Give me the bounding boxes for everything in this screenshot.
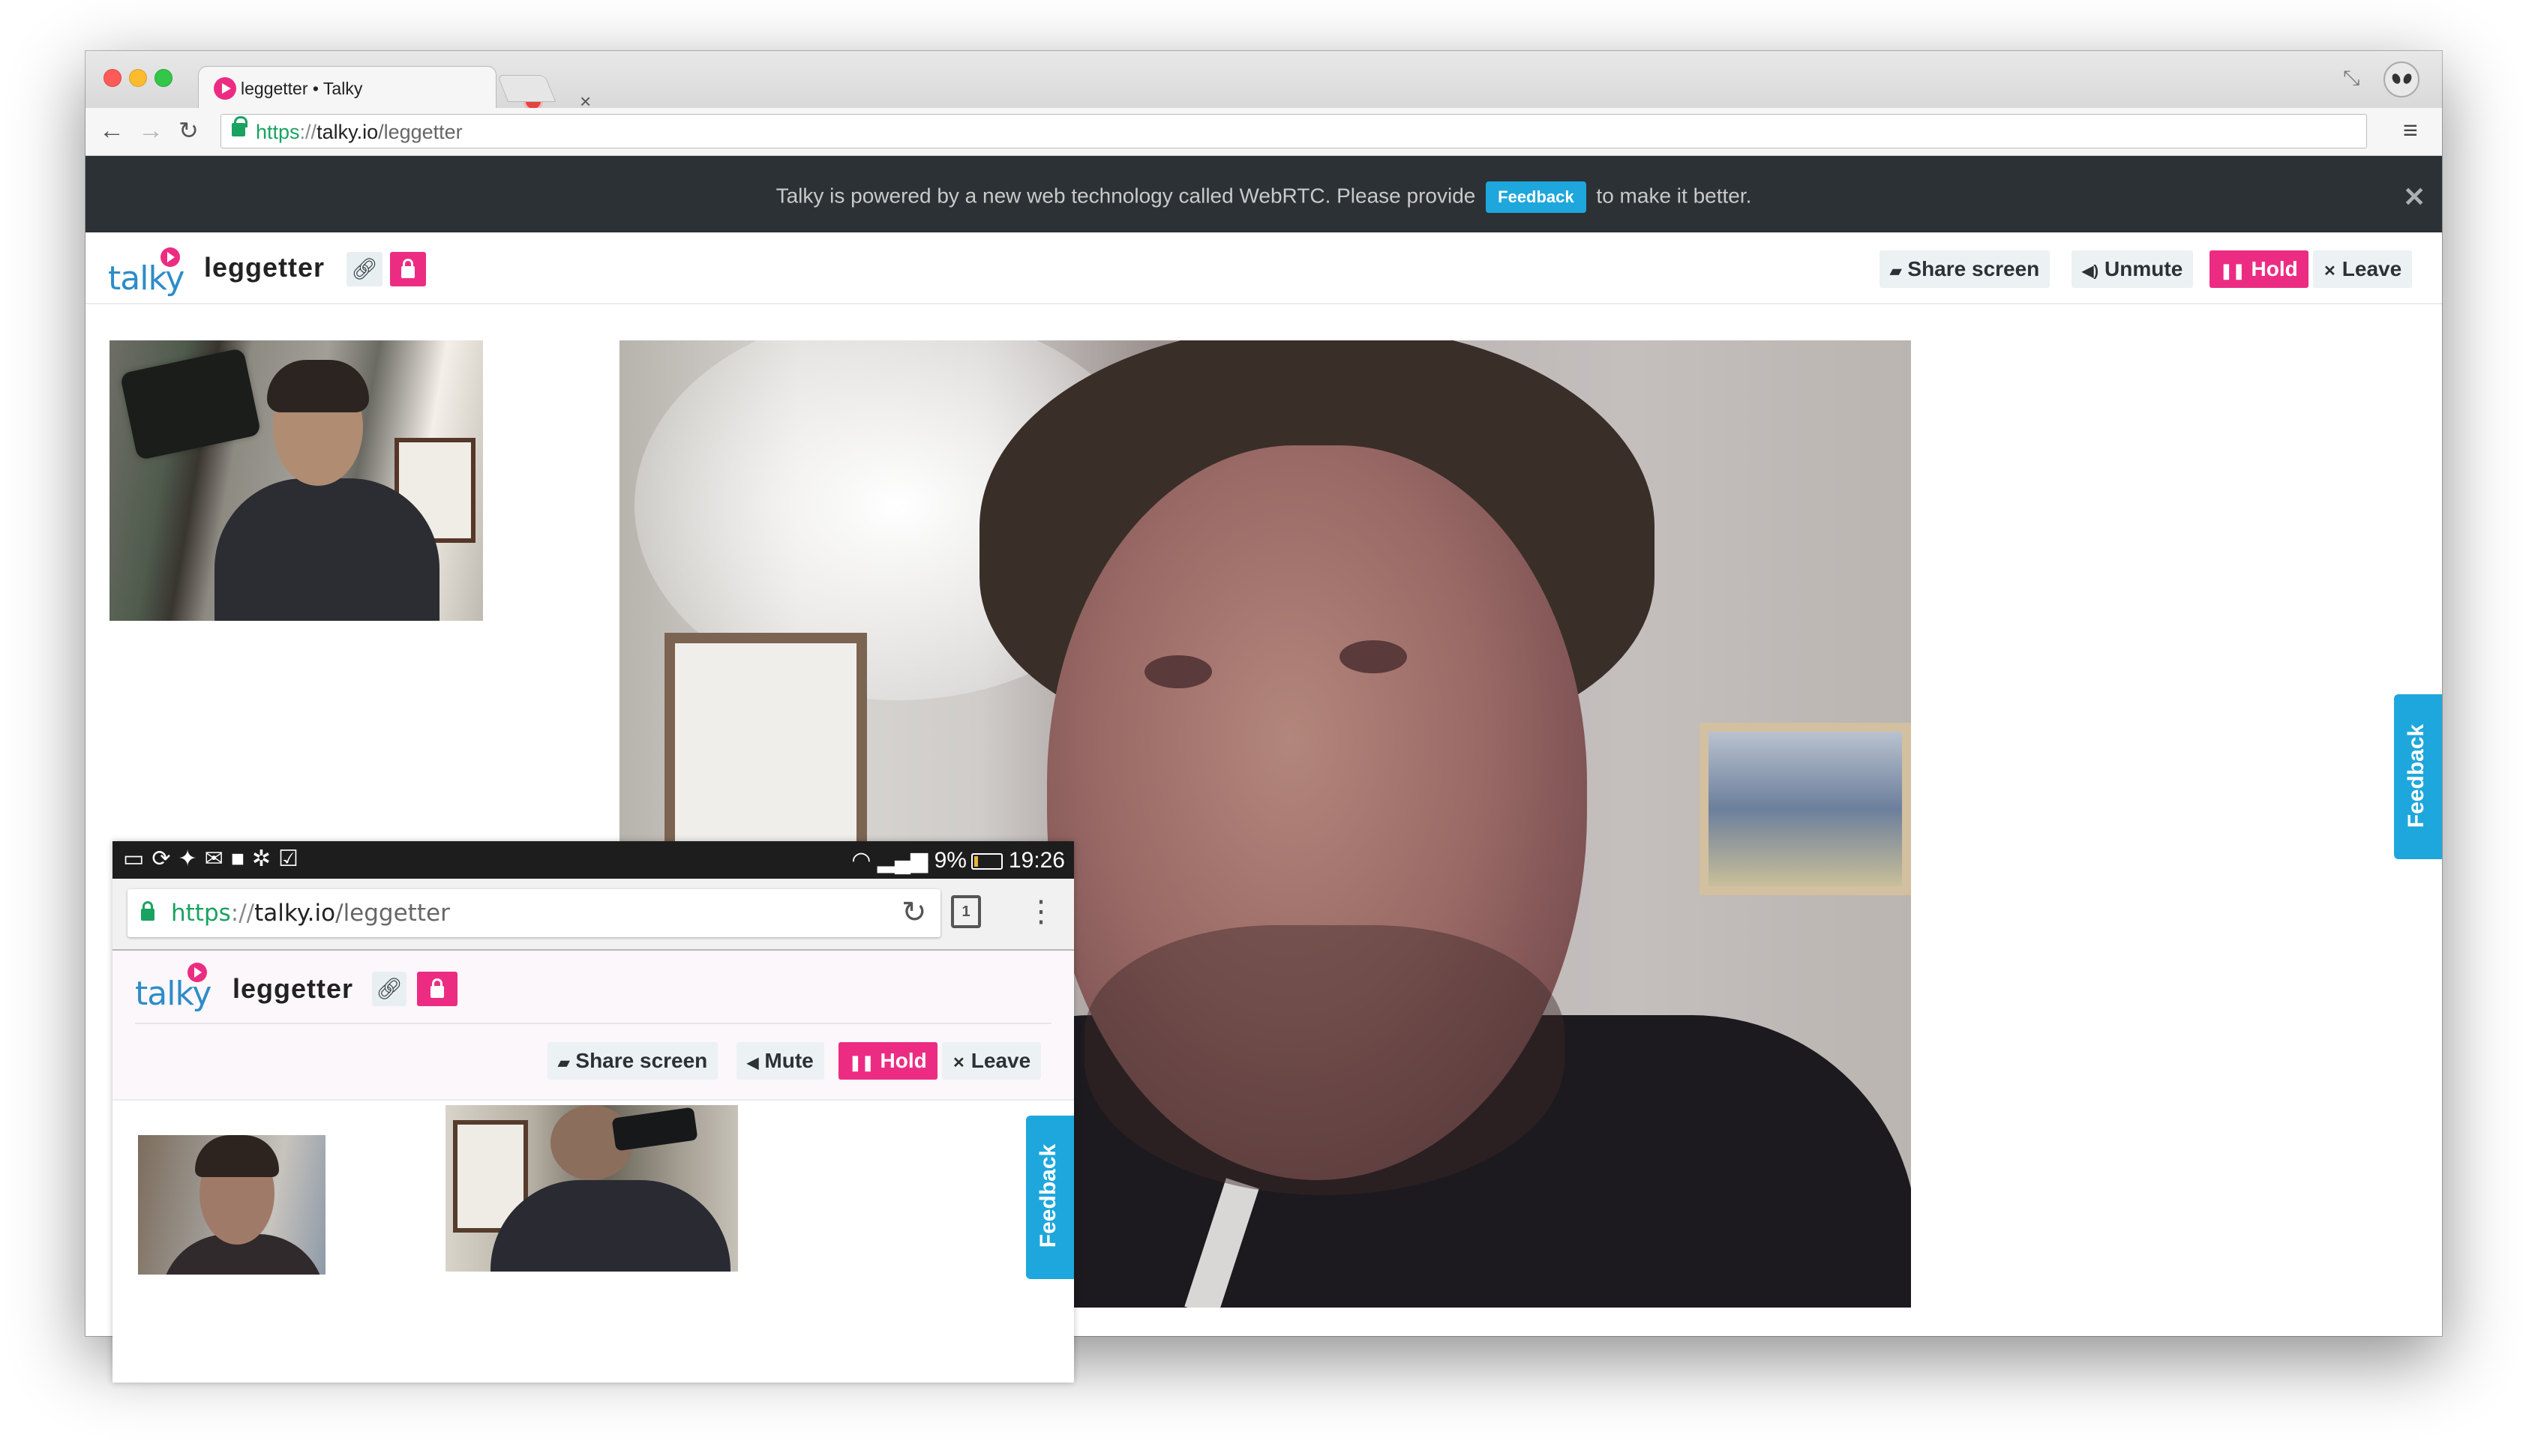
screen-icon: ▰ bbox=[558, 1055, 570, 1071]
window-close-button[interactable] bbox=[104, 69, 122, 87]
browser-toolbar: ← → ↻ https://talky.io/leggetter ☆ ≡ bbox=[86, 108, 2442, 156]
close-icon[interactable]: ✕ bbox=[2403, 181, 2426, 213]
tab-strip: leggetter • Talky × ⤡ bbox=[86, 51, 2442, 112]
share-screen-button[interactable]: ▰ Share screen bbox=[1880, 250, 2050, 288]
link-icon[interactable]: 🔗︎ bbox=[372, 972, 406, 1006]
secure-lock-icon bbox=[232, 116, 248, 136]
webrtc-banner: Talky is powered by a new web technology… bbox=[86, 156, 2442, 232]
window-minimize-button[interactable] bbox=[129, 69, 147, 87]
address-bar[interactable]: https://talky.io/leggetter ☆ bbox=[220, 114, 2367, 148]
pause-icon: ❚❚ bbox=[849, 1055, 874, 1071]
room-lock-button[interactable] bbox=[390, 252, 426, 286]
leave-button[interactable]: ✕ Leave bbox=[2313, 250, 2413, 288]
room-lock-button[interactable] bbox=[417, 972, 458, 1006]
banner-message: Talky is powered by a new web technology… bbox=[86, 181, 2442, 213]
mobile-feedback-tab[interactable]: Feedback bbox=[1026, 1116, 1074, 1279]
overflow-menu-icon[interactable]: ⋮ bbox=[1026, 889, 1056, 934]
battery-percent: 9% bbox=[934, 848, 967, 873]
mobile-app-header: talky leggetter 🔗︎ ▰ Share screen ◀ Mute ❚… bbox=[112, 951, 1074, 1101]
lock-icon bbox=[401, 259, 415, 278]
back-icon[interactable]: ← bbox=[99, 114, 124, 147]
logo-play-icon bbox=[188, 963, 207, 982]
talky-logo[interactable]: talky bbox=[135, 963, 218, 1013]
pause-icon: ❚❚ bbox=[2220, 263, 2246, 280]
signal-icon: ▂▄▆ bbox=[877, 848, 928, 873]
close-x-icon: ✕ bbox=[2324, 263, 2336, 280]
speaker-icon: ◀ bbox=[747, 1055, 759, 1071]
window-maximize-button[interactable] bbox=[154, 69, 172, 87]
mobile-local-video bbox=[138, 1135, 326, 1275]
local-video bbox=[110, 340, 483, 621]
fullscreen-icon[interactable]: ⤡ bbox=[2343, 66, 2360, 91]
battery-icon bbox=[970, 853, 1003, 870]
android-status-bar: ▭⟳✦✉■✲☑ ◠ ▂▄▆ 9% 19:26 bbox=[112, 841, 1074, 879]
screen-icon: ▰ bbox=[1890, 263, 1902, 280]
talky-favicon-icon bbox=[214, 77, 236, 100]
secure-lock-icon bbox=[141, 901, 154, 921]
mobile-remote-video bbox=[446, 1105, 738, 1272]
profile-avatar-icon[interactable] bbox=[2384, 61, 2420, 97]
close-x-icon: ✕ bbox=[952, 1055, 965, 1071]
forward-icon[interactable]: → bbox=[138, 114, 164, 147]
leave-button[interactable]: ✕ Leave bbox=[942, 1042, 1042, 1080]
tab-switcher-button[interactable]: 1 bbox=[951, 895, 981, 928]
menu-icon[interactable]: ≡ bbox=[2403, 115, 2418, 145]
new-tab-button[interactable] bbox=[496, 75, 556, 102]
notification-icons: ▭⟳✦✉■✲☑ bbox=[123, 846, 306, 871]
mobile-browser-toolbar: https://talky.io/leggetter ↻ 1 ⋮ bbox=[112, 879, 1074, 951]
room-name: leggetter bbox=[204, 252, 326, 283]
app-header: talky leggetter 🔗︎ ▰ Share screen ◀) Unmut… bbox=[86, 232, 2442, 304]
banner-feedback-button[interactable]: Feedback bbox=[1486, 181, 1586, 213]
mobile-screenshot: ▭⟳✦✉■✲☑ ◠ ▂▄▆ 9% 19:26 https://talky.io/l… bbox=[112, 841, 1074, 1383]
reload-icon[interactable]: ↻ bbox=[178, 114, 199, 147]
url-text[interactable]: https://talky.io/leggetter bbox=[256, 121, 463, 144]
room-name: leggetter bbox=[232, 973, 354, 1004]
mobile-address-bar[interactable]: https://talky.io/leggetter ↻ bbox=[128, 889, 940, 937]
browser-tab[interactable]: leggetter • Talky × bbox=[198, 66, 591, 112]
unmute-button[interactable]: ◀) Unmute bbox=[2072, 250, 2194, 288]
hold-button[interactable]: ❚❚ Hold bbox=[2210, 250, 2308, 288]
talky-logo[interactable]: talky bbox=[108, 247, 190, 298]
logo-play-icon bbox=[160, 247, 180, 267]
mobile-url-text[interactable]: https://talky.io/leggetter bbox=[171, 900, 450, 927]
feedback-tab[interactable]: Feedback bbox=[2394, 694, 2442, 859]
wifi-icon: ◠ bbox=[851, 848, 872, 873]
mute-button[interactable]: ◀ Mute bbox=[736, 1042, 824, 1080]
status-right: ◠ ▂▄▆ 9% 19:26 bbox=[851, 847, 1065, 873]
speaker-icon: ◀) bbox=[2082, 263, 2099, 280]
header-divider bbox=[135, 1023, 1052, 1024]
hold-button[interactable]: ❚❚ Hold bbox=[838, 1042, 938, 1080]
clock: 19:26 bbox=[1008, 848, 1065, 873]
reload-icon[interactable]: ↻ bbox=[902, 895, 927, 930]
link-icon[interactable]: 🔗︎ bbox=[346, 252, 382, 286]
share-screen-button[interactable]: ▰ Share screen bbox=[548, 1042, 718, 1080]
lock-icon bbox=[430, 978, 444, 998]
tab-title: leggetter • Talky bbox=[241, 79, 363, 98]
